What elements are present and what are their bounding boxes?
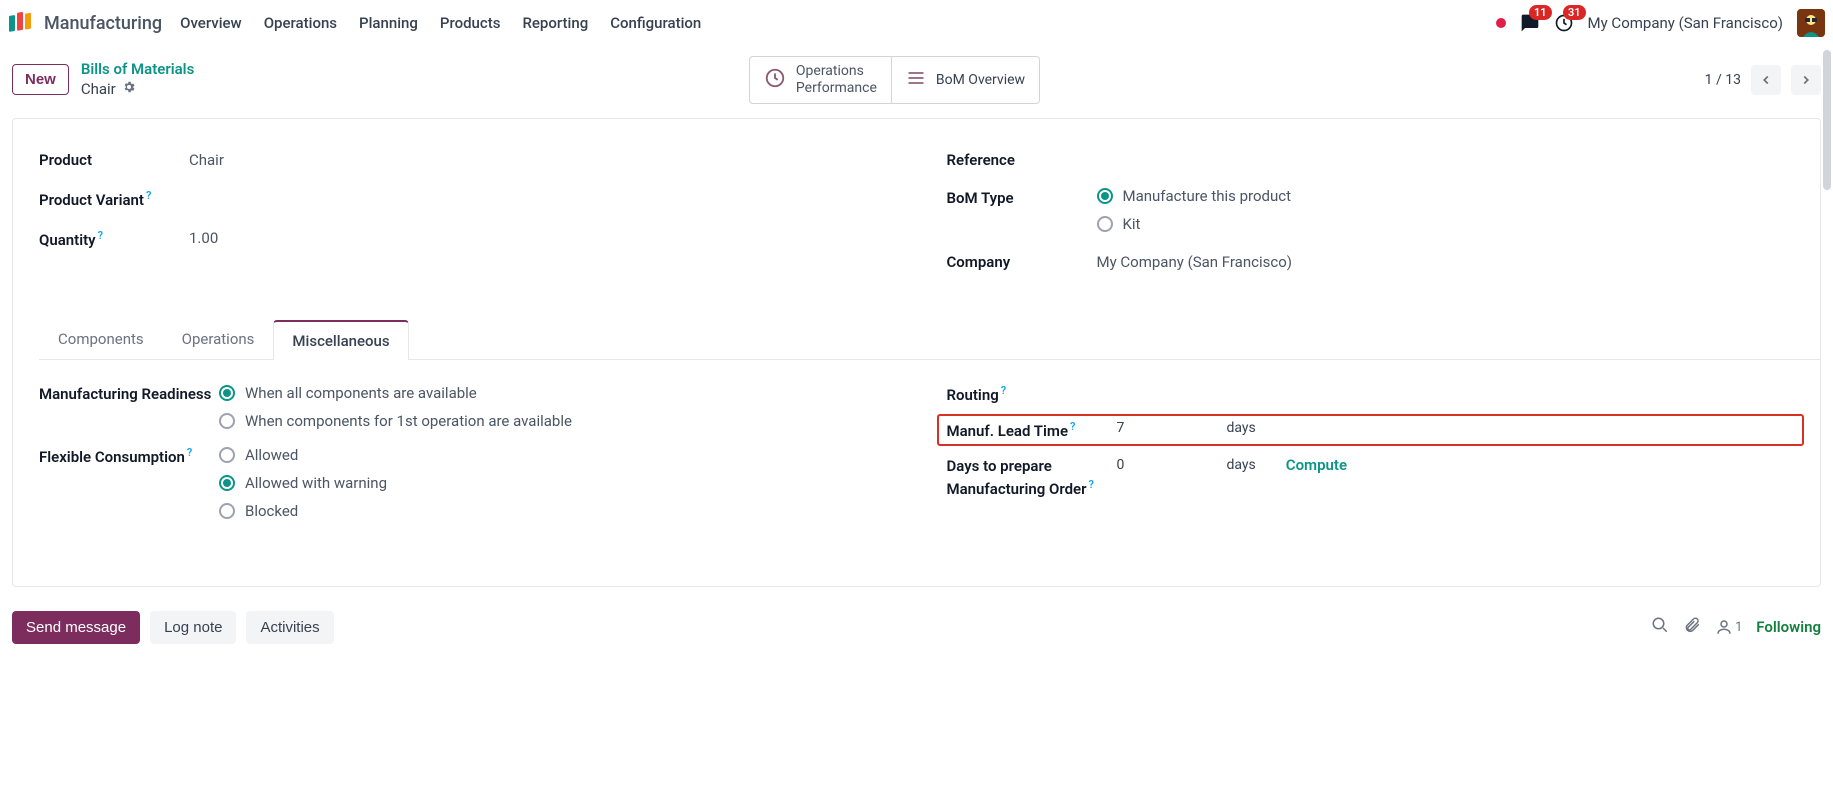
- help-icon[interactable]: ?: [146, 189, 151, 202]
- new-button[interactable]: New: [12, 64, 69, 95]
- tab-operations[interactable]: Operations: [163, 319, 274, 359]
- help-icon[interactable]: ?: [1001, 384, 1006, 397]
- pager: 1 / 13: [1705, 65, 1821, 95]
- scrollbar[interactable]: [1823, 50, 1831, 190]
- tab-miscellaneous[interactable]: Miscellaneous: [273, 320, 408, 360]
- messages-icon[interactable]: 11: [1520, 13, 1540, 33]
- form-sheet: Product Chair Product Variant? Quantity?…: [12, 118, 1821, 587]
- activities-icon[interactable]: 31: [1554, 13, 1574, 33]
- help-icon[interactable]: ?: [1070, 420, 1075, 433]
- messages-badge: 11: [1529, 5, 1552, 20]
- product-label: Product: [39, 149, 189, 169]
- app-title[interactable]: Manufacturing: [44, 13, 162, 34]
- company-value[interactable]: My Company (San Francisco): [1097, 251, 1292, 271]
- tabs: Components Operations Miscellaneous: [39, 319, 1820, 360]
- bom-type-label: BoM Type: [947, 187, 1097, 207]
- attachment-icon[interactable]: [1683, 616, 1701, 638]
- bom-type-manufacture[interactable]: Manufacture this product: [1097, 187, 1292, 205]
- breadcrumb-link[interactable]: Bills of Materials: [81, 60, 194, 80]
- stat-ops-line2: Performance: [796, 80, 877, 97]
- routing-label: Routing?: [947, 384, 1127, 404]
- manuf-lead-time-unit: days: [1227, 420, 1256, 436]
- avatar[interactable]: [1797, 9, 1825, 37]
- followers-button[interactable]: 1: [1715, 618, 1742, 636]
- product-variant-label: Product Variant?: [39, 187, 189, 209]
- product-value[interactable]: Chair: [189, 149, 224, 169]
- flex-blocked[interactable]: Blocked: [219, 502, 387, 520]
- list-icon: [906, 68, 926, 92]
- send-message-button[interactable]: Send message: [12, 611, 140, 644]
- radio-icon: [219, 385, 235, 401]
- followers-count: 1: [1735, 620, 1742, 635]
- reference-label: Reference: [947, 149, 1097, 169]
- tab-content-miscellaneous: Manufacturing Readiness When all compone…: [39, 360, 1794, 536]
- manuf-lead-time-label: Manuf. Lead Time?: [947, 420, 1117, 440]
- company-switcher[interactable]: My Company (San Francisco): [1588, 14, 1783, 32]
- search-icon[interactable]: [1651, 616, 1669, 638]
- nav-item-products[interactable]: Products: [440, 14, 501, 32]
- breadcrumb-current: Chair: [81, 80, 194, 100]
- nav-item-configuration[interactable]: Configuration: [610, 14, 701, 32]
- days-to-prepare-value[interactable]: 0: [1117, 457, 1187, 473]
- company-label: Company: [947, 251, 1097, 271]
- top-nav: Manufacturing Overview Operations Planni…: [0, 0, 1833, 46]
- gear-icon[interactable]: [122, 80, 136, 100]
- recording-dot-icon: [1496, 18, 1506, 28]
- log-note-button[interactable]: Log note: [150, 611, 236, 644]
- tab-components[interactable]: Components: [39, 319, 163, 359]
- pager-text[interactable]: 1 / 13: [1705, 72, 1741, 88]
- radio-icon: [219, 447, 235, 463]
- flex-allowed[interactable]: Allowed: [219, 446, 387, 464]
- readiness-all-components[interactable]: When all components are available: [219, 384, 572, 402]
- stat-ops-line1: Operations: [796, 63, 877, 80]
- nav-item-overview[interactable]: Overview: [180, 14, 242, 32]
- help-icon[interactable]: ?: [187, 446, 192, 459]
- stat-bom-overview[interactable]: BoM Overview: [892, 56, 1040, 104]
- help-icon[interactable]: ?: [1089, 478, 1094, 491]
- help-icon[interactable]: ?: [98, 229, 103, 242]
- days-to-prepare-label: Days to prepare Manufacturing Order?: [947, 456, 1117, 500]
- radio-icon: [219, 475, 235, 491]
- activities-button[interactable]: Activities: [246, 611, 333, 644]
- app-logo[interactable]: [8, 10, 34, 36]
- nav-item-reporting[interactable]: Reporting: [522, 14, 588, 32]
- stat-buttons: Operations Performance BoM Overview: [749, 56, 1040, 104]
- manuf-lead-time-value[interactable]: 7: [1117, 420, 1187, 436]
- days-to-prepare-unit: days: [1227, 457, 1256, 473]
- manufacturing-readiness-label: Manufacturing Readiness: [39, 384, 219, 405]
- radio-icon: [1097, 216, 1113, 232]
- activities-badge: 31: [1563, 5, 1586, 20]
- stat-operations-performance[interactable]: Operations Performance: [749, 56, 892, 104]
- breadcrumb-current-text: Chair: [81, 80, 116, 100]
- following-button[interactable]: Following: [1756, 618, 1821, 636]
- manuf-lead-time-row: Manuf. Lead Time? 7 days: [937, 414, 1805, 446]
- bom-type-kit[interactable]: Kit: [1097, 215, 1292, 233]
- pager-next[interactable]: [1791, 65, 1821, 95]
- nav-items: Overview Operations Planning Products Re…: [180, 14, 701, 32]
- stat-bom-label: BoM Overview: [936, 72, 1025, 88]
- quantity-value[interactable]: 1.00: [189, 227, 218, 247]
- compute-button[interactable]: Compute: [1286, 456, 1347, 474]
- clock-icon: [764, 67, 786, 93]
- pager-prev[interactable]: [1751, 65, 1781, 95]
- nav-item-planning[interactable]: Planning: [359, 14, 418, 32]
- flex-allowed-warning[interactable]: Allowed with warning: [219, 474, 387, 492]
- breadcrumb: Bills of Materials Chair: [81, 60, 194, 99]
- radio-icon: [219, 503, 235, 519]
- radio-icon: [219, 413, 235, 429]
- radio-icon: [1097, 188, 1113, 204]
- quantity-label: Quantity?: [39, 227, 189, 249]
- readiness-first-operation[interactable]: When components for 1st operation are av…: [219, 412, 572, 430]
- chatter: Send message Log note Activities 1 Follo…: [0, 599, 1833, 674]
- action-bar: New Bills of Materials Chair Operations …: [0, 46, 1833, 118]
- nav-item-operations[interactable]: Operations: [264, 14, 337, 32]
- flexible-consumption-label: Flexible Consumption?: [39, 446, 219, 466]
